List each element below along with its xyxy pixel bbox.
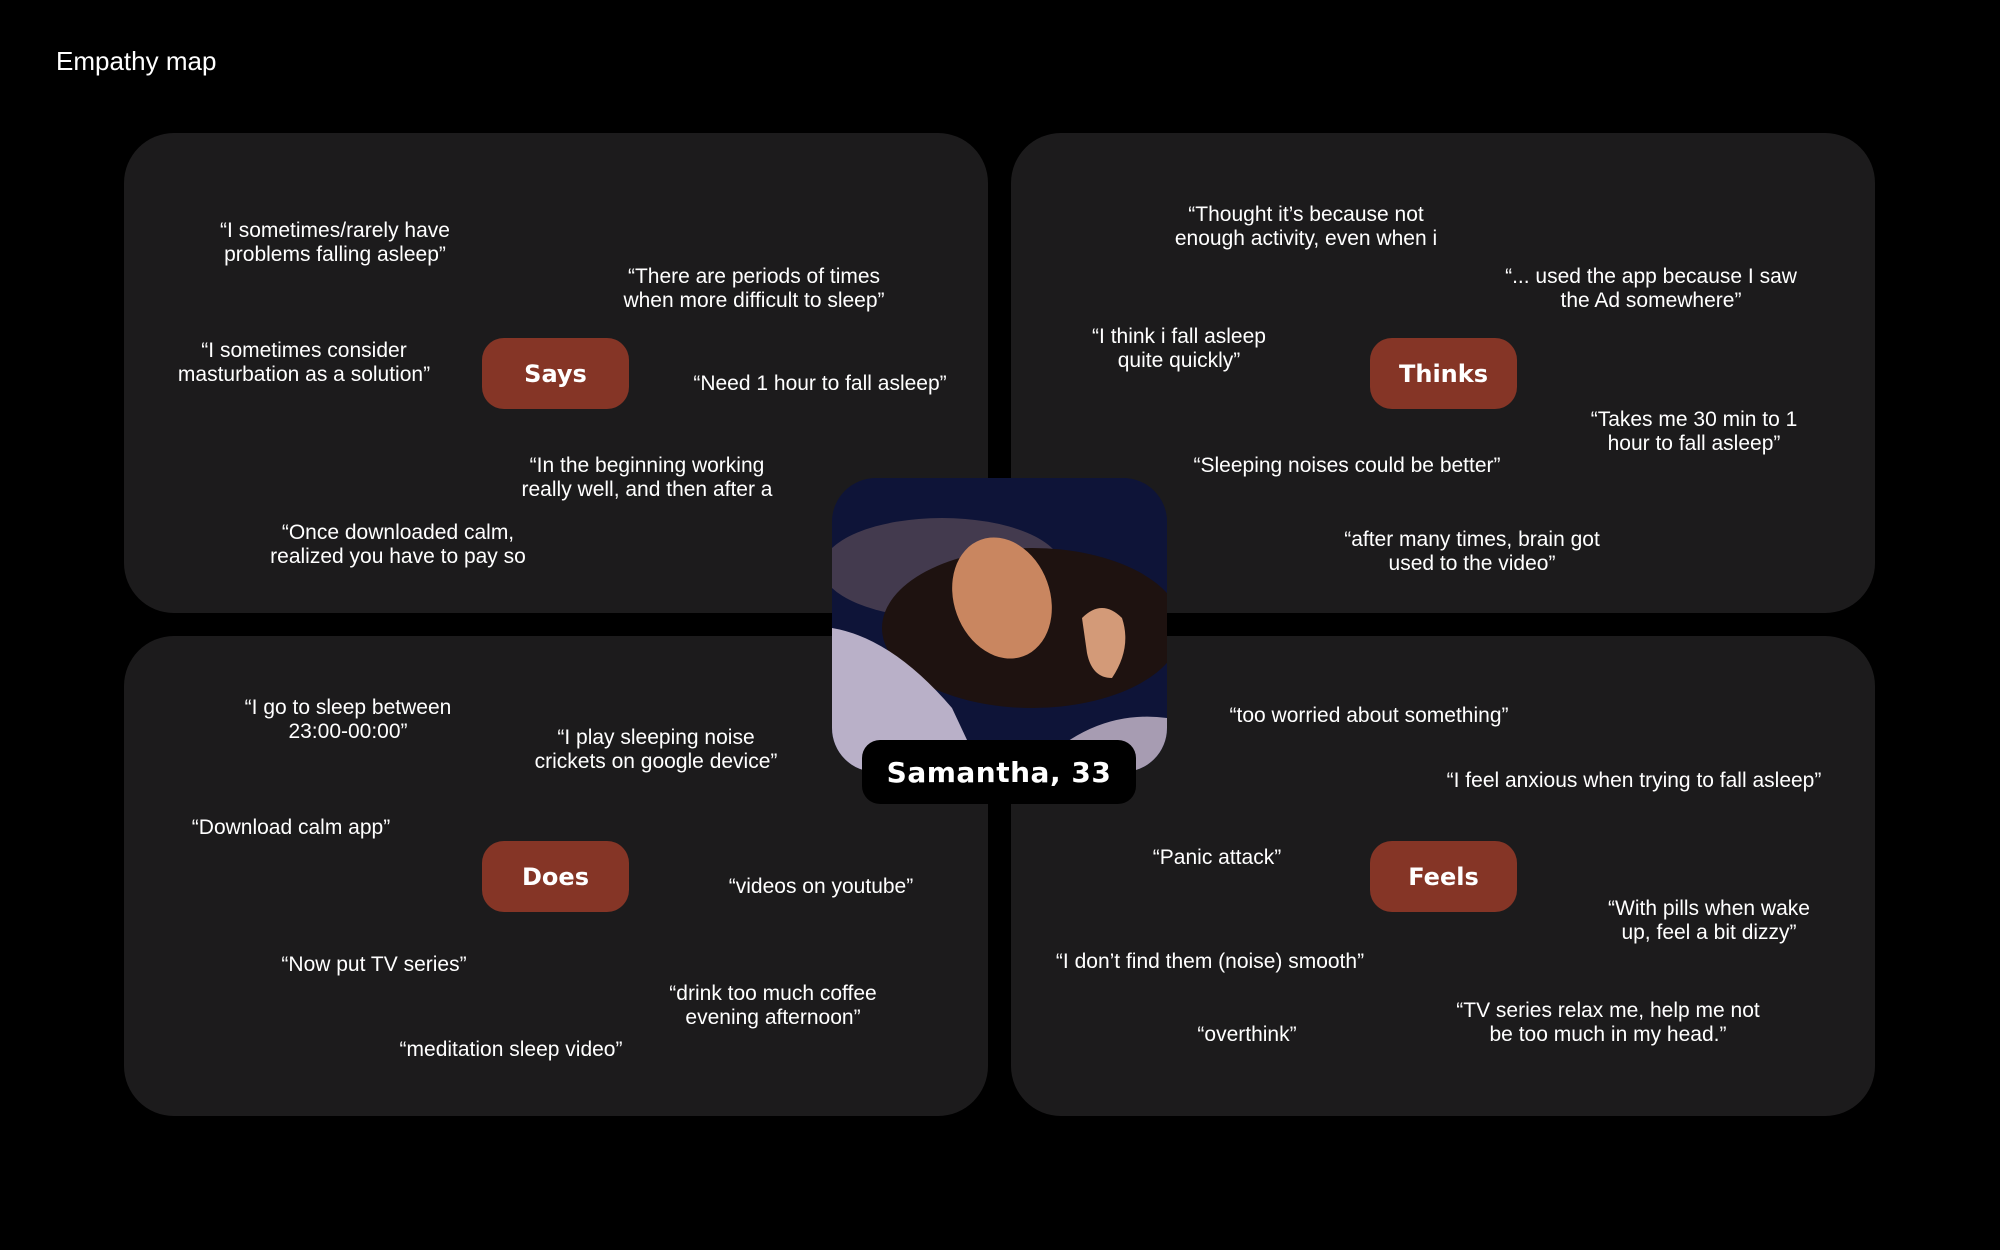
says-label: Says [482,338,629,409]
thinks-quote: “after many times, brain got used to the… [1344,528,1600,575]
thinks-label: Thinks [1370,338,1517,409]
feels-quote: “too worried about something” [1229,704,1509,727]
feels-quote: “I don’t find them (noise) smooth” [1055,950,1365,973]
thinks-quote: “I think i fall asleep quite quickly” [1092,325,1266,372]
says-quote: “There are periods of times when more di… [623,265,885,312]
says-quote: “Once downloaded calm, realized you have… [270,521,526,568]
does-quote: “I play sleeping noise crickets on googl… [534,726,778,773]
feels-quote: “Panic attack” [1152,846,1282,869]
feels-label: Feels [1370,841,1517,912]
feels-quote: “With pills when wake up, feel a bit diz… [1608,897,1810,944]
does-quote: “Download calm app” [191,816,391,839]
thinks-quote: “Takes me 30 min to 1 hour to fall aslee… [1590,408,1798,455]
does-quote: “I go to sleep between 23:00-00:00” [244,696,452,743]
feels-quote: “overthink” [1197,1023,1297,1046]
thinks-quote: “Sleeping noises could be better” [1193,454,1501,477]
does-quote: “Now put TV series” [281,953,467,976]
does-quote: “videos on youtube” [728,875,914,898]
feels-quote: “TV series relax me, help me not be too … [1456,999,1760,1046]
page-title: Empathy map [56,46,217,76]
thinks-quote: “... used the app because I saw the Ad s… [1505,265,1797,312]
persona-photo-illustration [832,478,1167,772]
thinks-quote: “Thought it’s because not enough activit… [1174,203,1438,250]
says-quote: “Need 1 hour to fall asleep” [693,372,947,395]
says-quote: “I sometimes/rarely have problems fallin… [220,219,450,266]
says-quote: “I sometimes consider masturbation as a … [177,339,431,386]
says-quote: “In the beginning working really well, a… [521,454,773,501]
does-quote: “drink too much coffee evening afternoon… [669,982,877,1029]
persona-name-badge: Samantha, 33 [862,740,1136,804]
does-label: Does [482,841,629,912]
feels-quote: “I feel anxious when trying to fall asle… [1446,769,1822,792]
persona-photo [832,478,1167,772]
does-quote: “meditation sleep video” [399,1038,623,1061]
